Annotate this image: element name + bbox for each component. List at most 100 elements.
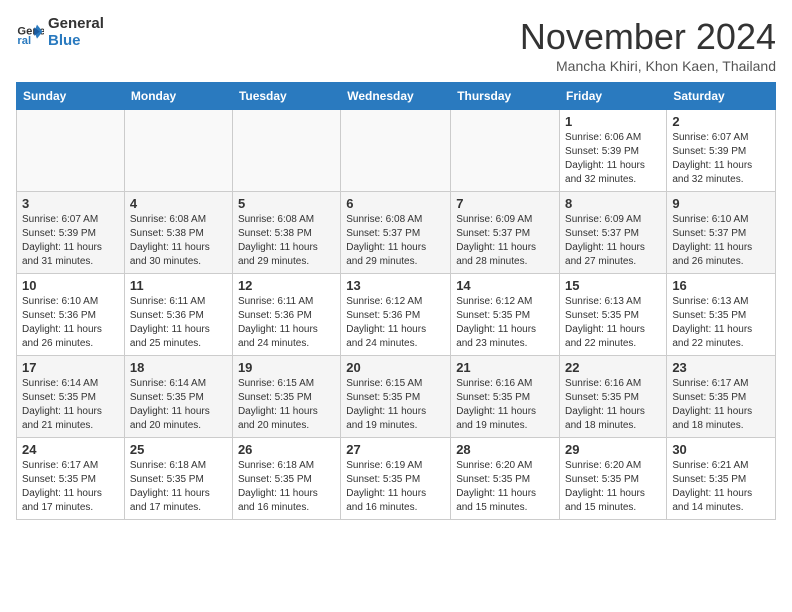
day-number: 27 (346, 442, 445, 457)
day-number: 7 (456, 196, 554, 211)
day-number: 13 (346, 278, 445, 293)
logo-line1: General (48, 15, 104, 32)
week-row-1: 1Sunrise: 6:06 AMSunset: 5:39 PMDaylight… (17, 110, 776, 192)
calendar-cell: 23 Sunrise: 6:17 AMSunset: 5:35 PMDayligh… (667, 356, 776, 438)
day-number: 15 (565, 278, 661, 293)
calendar-cell: 19 Sunrise: 6:15 AMSunset: 5:35 PMDayligh… (232, 356, 340, 438)
day-number: 5 (238, 196, 335, 211)
day-info: Sunrise: 6:16 AMSunset: 5:35 PMDaylight:… (565, 377, 661, 433)
day-number: 14 (456, 278, 554, 293)
calendar-cell (341, 110, 451, 192)
calendar-cell: 20Sunrise: 6:15 AMSunset: 5:35 PMDayligh… (341, 356, 451, 438)
calendar-body: 1Sunrise: 6:06 AMSunset: 5:39 PMDaylight… (17, 110, 776, 520)
calendar-cell: 17 Sunrise: 6:14 AMSunset: 5:35 PMDayligh… (17, 356, 125, 438)
calendar-cell: 27 Sunrise: 6:19 AMSunset: 5:35 PMDayligh… (341, 438, 451, 520)
week-row-2: 3 Sunrise: 6:07 AMSunset: 5:39 PMDaylight… (17, 192, 776, 274)
day-info: Sunrise: 6:19 AMSunset: 5:35 PMDaylight:… (346, 459, 445, 515)
day-number: 16 (672, 278, 770, 293)
calendar-cell: 1Sunrise: 6:06 AMSunset: 5:39 PMDaylight… (560, 110, 667, 192)
calendar-cell: 8 Sunrise: 6:09 AMSunset: 5:37 PMDaylight… (560, 192, 667, 274)
svg-text:ral: ral (17, 35, 31, 47)
day-number: 9 (672, 196, 770, 211)
calendar-cell (124, 110, 232, 192)
calendar-cell: 3 Sunrise: 6:07 AMSunset: 5:39 PMDaylight… (17, 192, 125, 274)
day-info: Sunrise: 6:11 AMSunset: 5:36 PMDaylight:… (130, 295, 227, 351)
header-thursday: Thursday (451, 83, 560, 110)
page-header: Gene ral General Blue November 2024 Manc… (16, 16, 776, 74)
calendar-cell: 5 Sunrise: 6:08 AMSunset: 5:38 PMDaylight… (232, 192, 340, 274)
calendar-cell: 18Sunrise: 6:14 AMSunset: 5:35 PMDayligh… (124, 356, 232, 438)
calendar-cell: 6Sunrise: 6:08 AMSunset: 5:37 PMDaylight… (341, 192, 451, 274)
day-info: Sunrise: 6:08 AMSunset: 5:38 PMDaylight:… (130, 213, 227, 269)
day-info: Sunrise: 6:12 AMSunset: 5:36 PMDaylight:… (346, 295, 445, 351)
calendar-cell: 28 Sunrise: 6:20 AMSunset: 5:35 PMDayligh… (451, 438, 560, 520)
day-number: 29 (565, 442, 661, 457)
day-info: Sunrise: 6:10 AMSunset: 5:36 PMDaylight:… (22, 295, 119, 351)
calendar-cell: 24 Sunrise: 6:17 AMSunset: 5:35 PMDayligh… (17, 438, 125, 520)
day-info: Sunrise: 6:07 AMSunset: 5:39 PMDaylight:… (22, 213, 119, 269)
day-number: 12 (238, 278, 335, 293)
calendar-cell: 26Sunrise: 6:18 AMSunset: 5:35 PMDayligh… (232, 438, 340, 520)
day-info: Sunrise: 6:21 AMSunset: 5:35 PMDaylight:… (672, 459, 770, 515)
calendar-header: SundayMondayTuesdayWednesdayThursdayFrid… (17, 83, 776, 110)
week-row-5: 24 Sunrise: 6:17 AMSunset: 5:35 PMDayligh… (17, 438, 776, 520)
day-info: Sunrise: 6:11 AMSunset: 5:36 PMDaylight:… (238, 295, 335, 351)
header-sunday: Sunday (17, 83, 125, 110)
day-info: Sunrise: 6:18 AMSunset: 5:35 PMDaylight:… (130, 459, 227, 515)
calendar-cell: 21Sunrise: 6:16 AMSunset: 5:35 PMDayligh… (451, 356, 560, 438)
month-title: November 2024 (520, 16, 776, 58)
calendar-cell: 12 Sunrise: 6:11 AMSunset: 5:36 PMDayligh… (232, 274, 340, 356)
header-wednesday: Wednesday (341, 83, 451, 110)
calendar-cell: 15 Sunrise: 6:13 AMSunset: 5:35 PMDayligh… (560, 274, 667, 356)
day-info: Sunrise: 6:15 AMSunset: 5:35 PMDaylight:… (238, 377, 335, 433)
calendar-cell: 10 Sunrise: 6:10 AMSunset: 5:36 PMDayligh… (17, 274, 125, 356)
calendar-cell (17, 110, 125, 192)
calendar-cell: 2Sunrise: 6:07 AMSunset: 5:39 PMDaylight… (667, 110, 776, 192)
day-info: Sunrise: 6:17 AMSunset: 5:35 PMDaylight:… (672, 377, 770, 433)
calendar-cell: 4 Sunrise: 6:08 AMSunset: 5:38 PMDaylight… (124, 192, 232, 274)
calendar-cell: 9Sunrise: 6:10 AMSunset: 5:37 PMDaylight… (667, 192, 776, 274)
calendar-cell: 14 Sunrise: 6:12 AMSunset: 5:35 PMDayligh… (451, 274, 560, 356)
header-row: SundayMondayTuesdayWednesdayThursdayFrid… (17, 83, 776, 110)
day-info: Sunrise: 6:08 AMSunset: 5:38 PMDaylight:… (238, 213, 335, 269)
day-number: 10 (22, 278, 119, 293)
day-info: Sunrise: 6:17 AMSunset: 5:35 PMDaylight:… (22, 459, 119, 515)
calendar-cell: 13 Sunrise: 6:12 AMSunset: 5:36 PMDayligh… (341, 274, 451, 356)
day-number: 3 (22, 196, 119, 211)
week-row-3: 10 Sunrise: 6:10 AMSunset: 5:36 PMDayligh… (17, 274, 776, 356)
day-number: 18 (130, 360, 227, 375)
logo-line2: Blue (48, 32, 81, 49)
calendar-table: SundayMondayTuesdayWednesdayThursdayFrid… (16, 82, 776, 520)
header-monday: Monday (124, 83, 232, 110)
calendar-cell: 30Sunrise: 6:21 AMSunset: 5:35 PMDayligh… (667, 438, 776, 520)
day-info: Sunrise: 6:14 AMSunset: 5:35 PMDaylight:… (22, 377, 119, 433)
calendar-cell: 11 Sunrise: 6:11 AMSunset: 5:36 PMDayligh… (124, 274, 232, 356)
day-info: Sunrise: 6:12 AMSunset: 5:35 PMDaylight:… (456, 295, 554, 351)
day-info: Sunrise: 6:13 AMSunset: 5:35 PMDaylight:… (565, 295, 661, 351)
day-number: 11 (130, 278, 227, 293)
calendar-cell: 29Sunrise: 6:20 AMSunset: 5:35 PMDayligh… (560, 438, 667, 520)
day-number: 17 (22, 360, 119, 375)
day-number: 24 (22, 442, 119, 457)
day-number: 8 (565, 196, 661, 211)
day-number: 23 (672, 360, 770, 375)
day-info: Sunrise: 6:09 AMSunset: 5:37 PMDaylight:… (456, 213, 554, 269)
day-info: Sunrise: 6:20 AMSunset: 5:35 PMDaylight:… (456, 459, 554, 515)
day-number: 19 (238, 360, 335, 375)
day-info: Sunrise: 6:15 AMSunset: 5:35 PMDaylight:… (346, 377, 445, 433)
title-block: November 2024 Mancha Khiri, Khon Kaen, T… (520, 16, 776, 74)
header-friday: Friday (560, 83, 667, 110)
day-number: 28 (456, 442, 554, 457)
day-number: 6 (346, 196, 445, 211)
day-number: 2 (672, 114, 770, 129)
logo-icon: Gene ral (16, 19, 44, 47)
day-info: Sunrise: 6:06 AMSunset: 5:39 PMDaylight:… (565, 131, 661, 187)
header-tuesday: Tuesday (232, 83, 340, 110)
day-info: Sunrise: 6:18 AMSunset: 5:35 PMDaylight:… (238, 459, 335, 515)
day-number: 22 (565, 360, 661, 375)
day-number: 4 (130, 196, 227, 211)
calendar-cell: 7 Sunrise: 6:09 AMSunset: 5:37 PMDaylight… (451, 192, 560, 274)
location-subtitle: Mancha Khiri, Khon Kaen, Thailand (520, 58, 776, 74)
day-info: Sunrise: 6:09 AMSunset: 5:37 PMDaylight:… (565, 213, 661, 269)
day-info: Sunrise: 6:16 AMSunset: 5:35 PMDaylight:… (456, 377, 554, 433)
